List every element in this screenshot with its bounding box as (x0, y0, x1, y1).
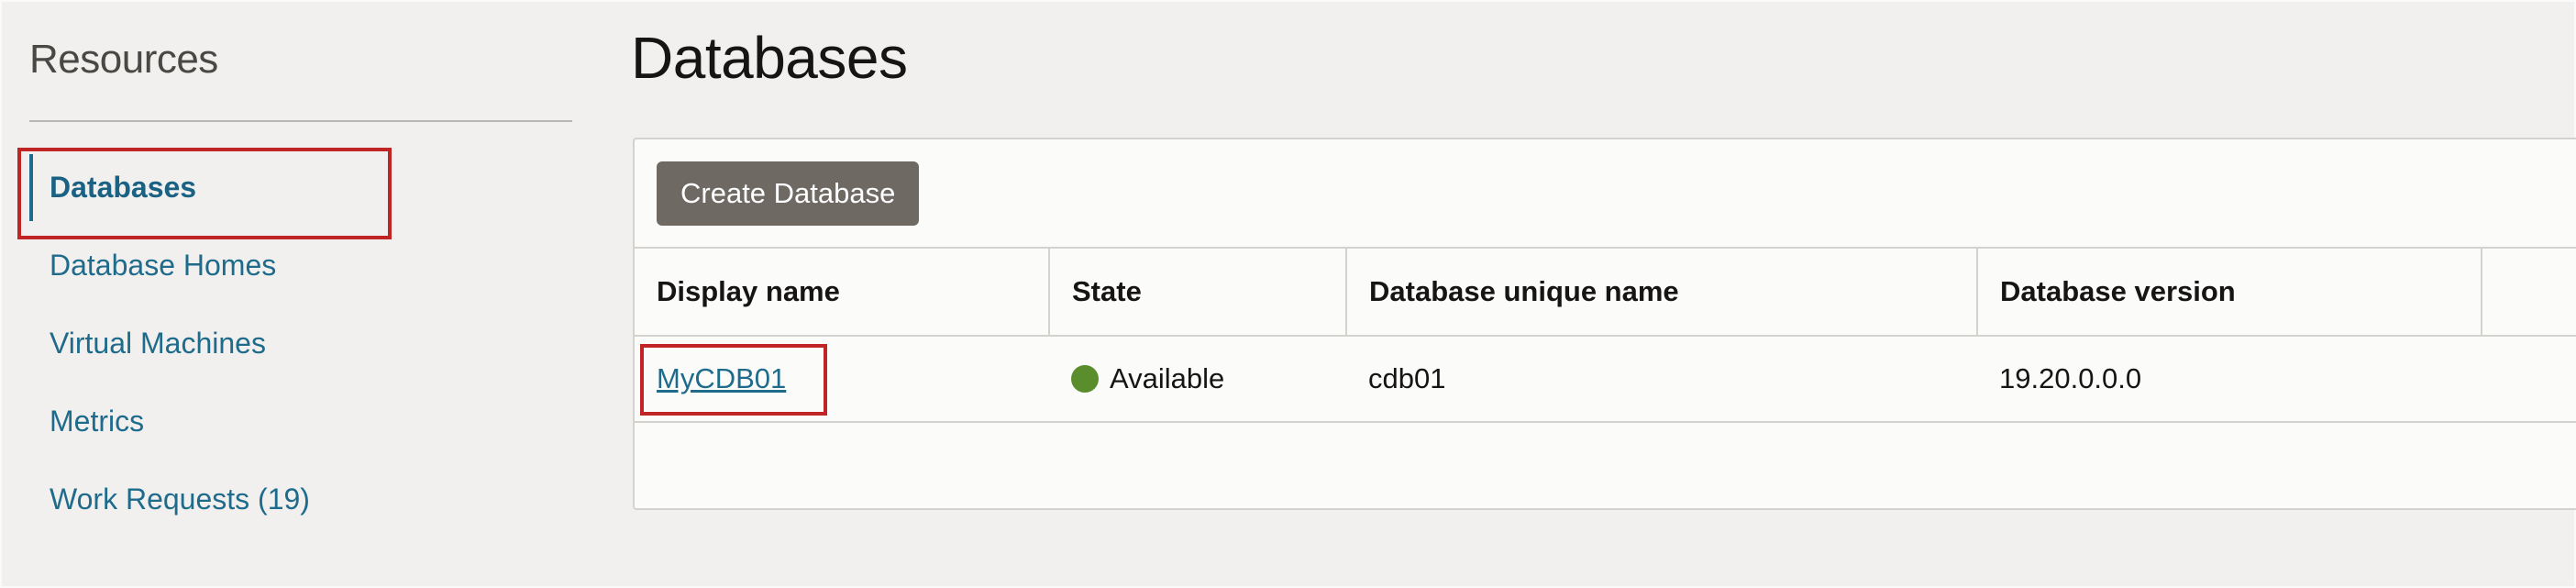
sidebar-item-metrics[interactable]: Metrics (29, 383, 572, 460)
cell-extra (2482, 335, 2576, 423)
databases-panel: Create Database Display name State Datab… (633, 138, 2576, 510)
cell-state: Available (1049, 335, 1346, 423)
databases-table: Display name State Database unique name … (635, 247, 2576, 423)
sidebar-divider (29, 120, 572, 122)
column-header-version[interactable]: Database version (1977, 247, 2482, 337)
database-link-mycdb01[interactable]: MyCDB01 (657, 362, 786, 394)
state-label: Available (1110, 362, 1225, 394)
create-database-button[interactable]: Create Database (657, 161, 920, 226)
cell-unique-name: cdb01 (1346, 335, 1977, 423)
sidebar-item-database-homes[interactable]: Database Homes (29, 227, 572, 305)
status-available-icon (1071, 365, 1099, 393)
column-header-state[interactable]: State (1049, 247, 1347, 337)
table-row: MyCDB01 Available cdb01 19.20.0.0.0 (635, 335, 2576, 423)
sidebar-item-virtual-machines[interactable]: Virtual Machines (29, 305, 572, 383)
resources-nav: Databases Database Homes Virtual Machine… (29, 149, 572, 538)
column-header-display-name[interactable]: Display name (635, 247, 1050, 337)
table-header-row: Display name State Database unique name … (635, 247, 2576, 337)
sidebar-item-databases[interactable]: Databases (29, 149, 572, 227)
column-header-unique-name[interactable]: Database unique name (1346, 247, 1978, 337)
resources-sidebar: Resources Databases Database Homes Virtu… (29, 0, 572, 588)
sidebar-item-work-requests[interactable]: Work Requests (19) (29, 460, 572, 538)
cell-version: 19.20.0.0.0 (1977, 335, 2482, 423)
resources-heading: Resources (29, 37, 218, 82)
page-title: Databases (631, 25, 908, 91)
column-header-extra (2482, 247, 2576, 337)
cell-display-name: MyCDB01 (635, 335, 1049, 423)
